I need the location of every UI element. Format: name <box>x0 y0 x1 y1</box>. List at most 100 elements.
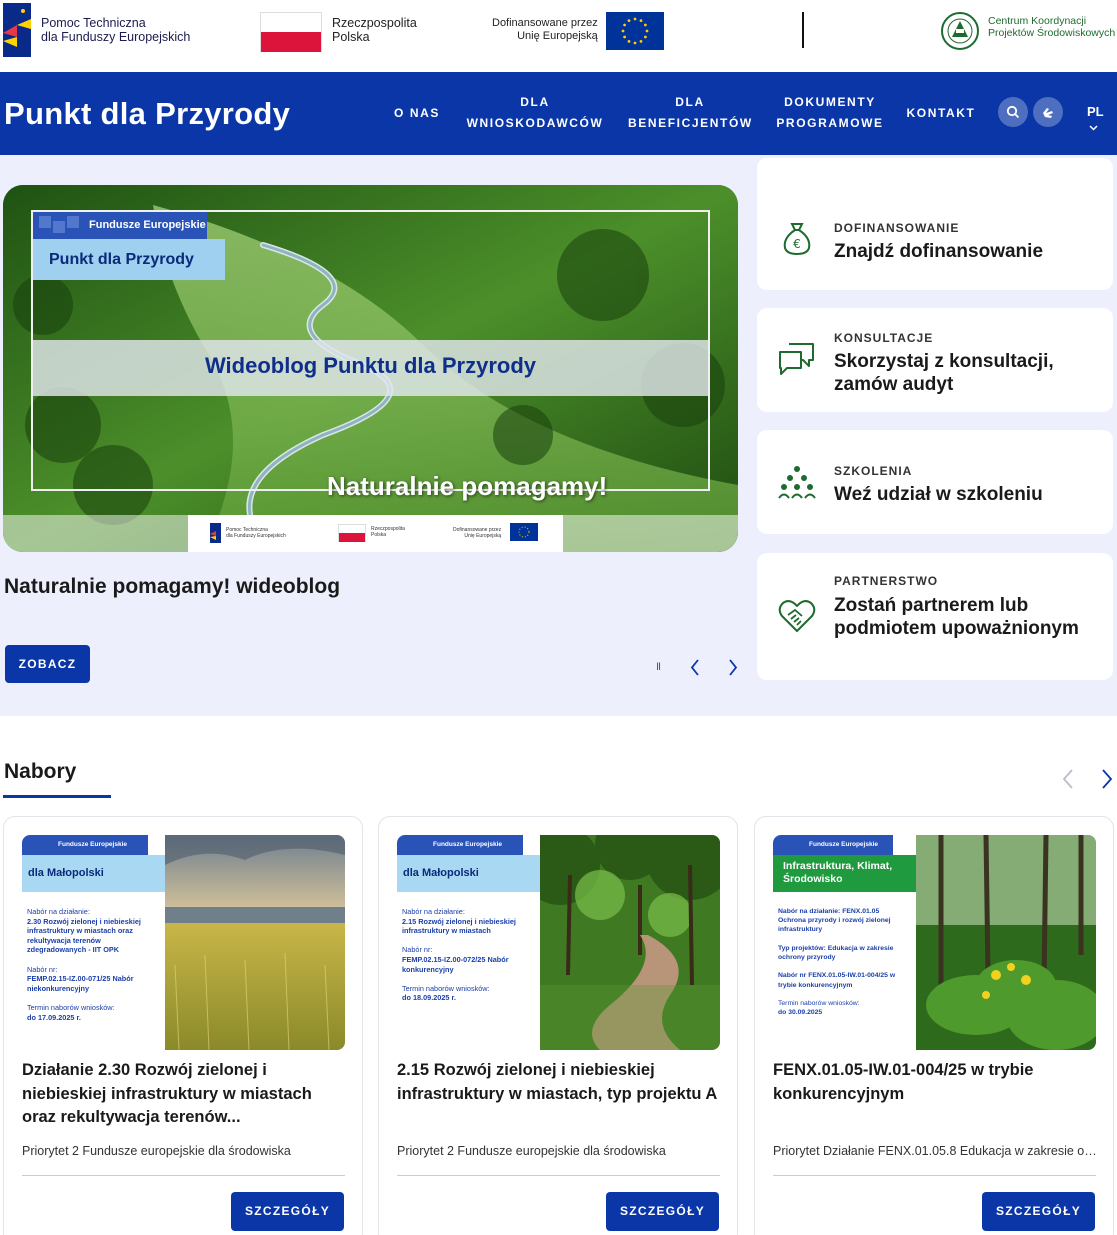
nabor-card-image: Fundusze Europejskie Infrastruktura, Kli… <box>773 835 1096 1050</box>
slider-prev-button[interactable] <box>685 655 705 679</box>
pause-icon: II <box>655 661 661 673</box>
nabor-info-value: do 30.09.2025 <box>778 1009 823 1017</box>
card-title: Zostań partnerem lub podmiotem upoważnio… <box>834 595 1079 639</box>
nabor-info-label: Typ projektów: Edukacja w zakresie ochro… <box>778 944 894 962</box>
slide-strip-fe-line2: dla Funduszy Europejskich <box>226 533 286 539</box>
handshake-heart-icon <box>778 600 816 632</box>
ckps-logo[interactable]: Centrum Koordynacji Projektów Środowisko… <box>940 11 1115 51</box>
nabor-info-value: do 17.09.2025 r. <box>27 1012 81 1022</box>
slide-fe-label-text: Fundusze Europejskie <box>89 219 206 231</box>
nabor-card-divider <box>22 1175 345 1176</box>
nav-item-label: O NAS <box>394 106 441 120</box>
szczegoly-button[interactable]: SZCZEGÓŁY <box>231 1192 344 1231</box>
nav-item-label-line1: DLA <box>520 95 550 109</box>
nabor-card-image: Fundusze Europejskie dla Małopolski Nabó… <box>22 835 345 1050</box>
polish-flag-icon <box>338 524 366 542</box>
nabory-next-button[interactable] <box>1097 766 1117 792</box>
slide-strip-eu-line2: Unię Europejską <box>464 533 502 539</box>
rp-logo-line1: Rzeczpospolita <box>332 16 417 30</box>
card-title: Skorzystaj z konsultacji, zamów audyt <box>834 351 1054 395</box>
nav-item-kontakt[interactable]: KONTAKT <box>906 103 976 124</box>
nav-item-o-nas[interactable]: O NAS <box>394 103 440 124</box>
hero-slide-image[interactable]: Fundusze Europejskie Punkt dla Przyrody … <box>3 185 738 552</box>
ckps-logo-line1: Centrum Koordynacji <box>988 15 1087 27</box>
card-category: KONSULTACJE <box>834 331 934 345</box>
nav-item-label-line1: DOKUMENTY <box>784 95 876 109</box>
nabor-info-text: Nabór na działanie: 2.15 Rozwój zielonej… <box>402 907 536 1003</box>
nabor-card-divider <box>773 1175 1096 1176</box>
nav-item-dla-beneficjentow[interactable]: DLA BENEFICJENTÓW <box>628 92 752 134</box>
nabor-info-value: 2.15 Rozwój zielonej i niebieskiej infra… <box>402 916 516 936</box>
eu-logo-line1: Dofinansowane przez <box>492 17 598 29</box>
nav-item-label-line2: PROGRAMOWE <box>776 116 884 130</box>
people-group-icon <box>778 466 816 499</box>
nabor-program-label: dla Małopolski <box>397 855 540 892</box>
nabor-card[interactable]: Fundusze Europejskie dla Małopolski Nabó… <box>378 816 738 1235</box>
card-title: Znajdź dofinansowanie <box>834 241 1044 262</box>
nabor-card-title[interactable]: FENX.01.05-IW.01-004/25 w trybie konkure… <box>773 1059 1098 1106</box>
card-category: DOFINANSOWANIE <box>834 221 960 235</box>
search-icon <box>1006 105 1020 119</box>
nav-item-dla-wnioskodawcow[interactable]: DLA WNIOSKODAWCÓW <box>466 92 604 134</box>
slide-logos-strip: Pomoc Techniczna dla Funduszy Europejski… <box>188 515 563 552</box>
nav-item-label-line2: WNIOSKODAWCÓW <box>466 116 604 130</box>
slider-next-button[interactable] <box>723 655 743 679</box>
nabor-info-value: 2.30 Rozwój zielonej i niebieskiej infra… <box>27 916 141 955</box>
nabor-fe-label: Fundusze Europejskie <box>22 835 148 855</box>
main-navigation: Punkt dla Przyrody O NAS DLA WNIOSKODAWC… <box>0 72 1117 155</box>
nabor-card[interactable]: Fundusze Europejskie Infrastruktura, Kli… <box>754 816 1114 1235</box>
nabory-prev-button[interactable] <box>1058 766 1078 792</box>
nabor-card-priority: Priorytet Działanie FENX.01.05.8 Edukacj… <box>773 1144 1098 1158</box>
zobacz-button[interactable]: ZOBACZ <box>5 645 90 683</box>
slide-pdp-label: Punkt dla Przyrody <box>33 239 225 280</box>
chevron-right-icon <box>1102 769 1113 789</box>
rp-logo[interactable]: Rzeczpospolita Polska <box>260 12 417 52</box>
card-konsultacje[interactable]: KONSULTACJE Skorzystaj z konsultacji, za… <box>757 308 1113 412</box>
chevron-left-icon <box>1062 769 1073 789</box>
sign-language-icon <box>1043 108 1053 118</box>
card-dofinansowanie[interactable]: € DOFINANSOWANIE Znajdź dofinansowanie <box>757 158 1113 290</box>
fe-flag-icon <box>210 523 221 543</box>
nav-item-label-line2: BENEFICJENTÓW <box>628 116 753 130</box>
nabor-card-title[interactable]: 2.15 Rozwój zielonej i niebieskiej infra… <box>397 1059 722 1106</box>
hero-section: Fundusze Europejskie Punkt dla Przyrody … <box>0 155 1117 716</box>
nav-item-label-line1: DLA <box>675 95 705 109</box>
site-title[interactable]: Punkt dla Przyrody <box>4 96 290 132</box>
nav-item-dokumenty-programowe[interactable]: DOKUMENTY PROGRAMOWE <box>776 92 884 134</box>
polish-flag-icon <box>260 12 322 52</box>
nabory-underline <box>3 795 111 798</box>
slide-title: Wideoblog Punktu dla Przyrody <box>204 353 537 378</box>
nabor-info-panel: Fundusze Europejskie Infrastruktura, Kli… <box>773 835 916 1050</box>
slider-pause-button[interactable]: II <box>648 655 668 679</box>
nabor-program-label: dla Małopolski <box>22 855 165 892</box>
szczegoly-button[interactable]: SZCZEGÓŁY <box>982 1192 1095 1231</box>
nabory-heading: Nabory <box>4 760 77 783</box>
slide-slogan: Naturalnie pomagamy! <box>327 471 608 501</box>
nabor-info-value: do 18.09.2025 r. <box>402 993 456 1003</box>
slide-fe-label: Fundusze Europejskie <box>33 212 207 239</box>
szczegoly-button[interactable]: SZCZEGÓŁY <box>606 1192 719 1231</box>
money-bag-icon: € <box>783 223 811 256</box>
slide-strip-eu: Dofinansowane przez Unię Europejską <box>453 527 501 539</box>
card-szkolenia[interactable]: SZKOLENIA Weź udział w szkoleniu <box>757 430 1113 534</box>
nabor-card-priority: Priorytet 2 Fundusze europejskie dla śro… <box>397 1144 666 1158</box>
sign-language-button[interactable] <box>1033 97 1063 127</box>
nabor-card[interactable]: Fundusze Europejskie dla Małopolski Nabó… <box>3 816 363 1235</box>
language-selector[interactable]: PL <box>1087 104 1117 134</box>
nabor-info-panel: Fundusze Europejskie dla Małopolski Nabó… <box>22 835 165 1050</box>
nabor-program-label: Infrastruktura, Klimat, Środowisko <box>773 855 916 892</box>
nabor-info-label: Nabór nr: <box>27 964 58 974</box>
search-button[interactable] <box>998 97 1028 127</box>
fe-logo[interactable]: Pomoc Techniczna dla Funduszy Europejski… <box>3 3 190 57</box>
language-label: PL <box>1087 104 1104 119</box>
nabor-info-value: Ochrona przyrody i rozwój zielonej infra… <box>778 917 891 934</box>
eu-flag-icon <box>605 12 664 50</box>
ckps-logo-line2: Projektów Środowiskowych <box>988 27 1116 39</box>
eu-logo[interactable]: Dofinansowane przez Unię Europejską <box>492 12 664 50</box>
nabor-info-label: Termin naborów wniosków: <box>27 1002 115 1012</box>
rp-logo-line2: Polska <box>332 30 370 44</box>
nabor-card-title[interactable]: Działanie 2.30 Rozwój zielonej i niebies… <box>22 1059 347 1130</box>
nabor-info-panel: Fundusze Europejskie dla Małopolski Nabó… <box>397 835 540 1050</box>
card-partnerstwo[interactable]: PARTNERSTWO Zostań partnerem lub podmiot… <box>757 553 1113 680</box>
nabor-info-label: Nabór na działanie: FENX.01.05 <box>778 908 880 915</box>
